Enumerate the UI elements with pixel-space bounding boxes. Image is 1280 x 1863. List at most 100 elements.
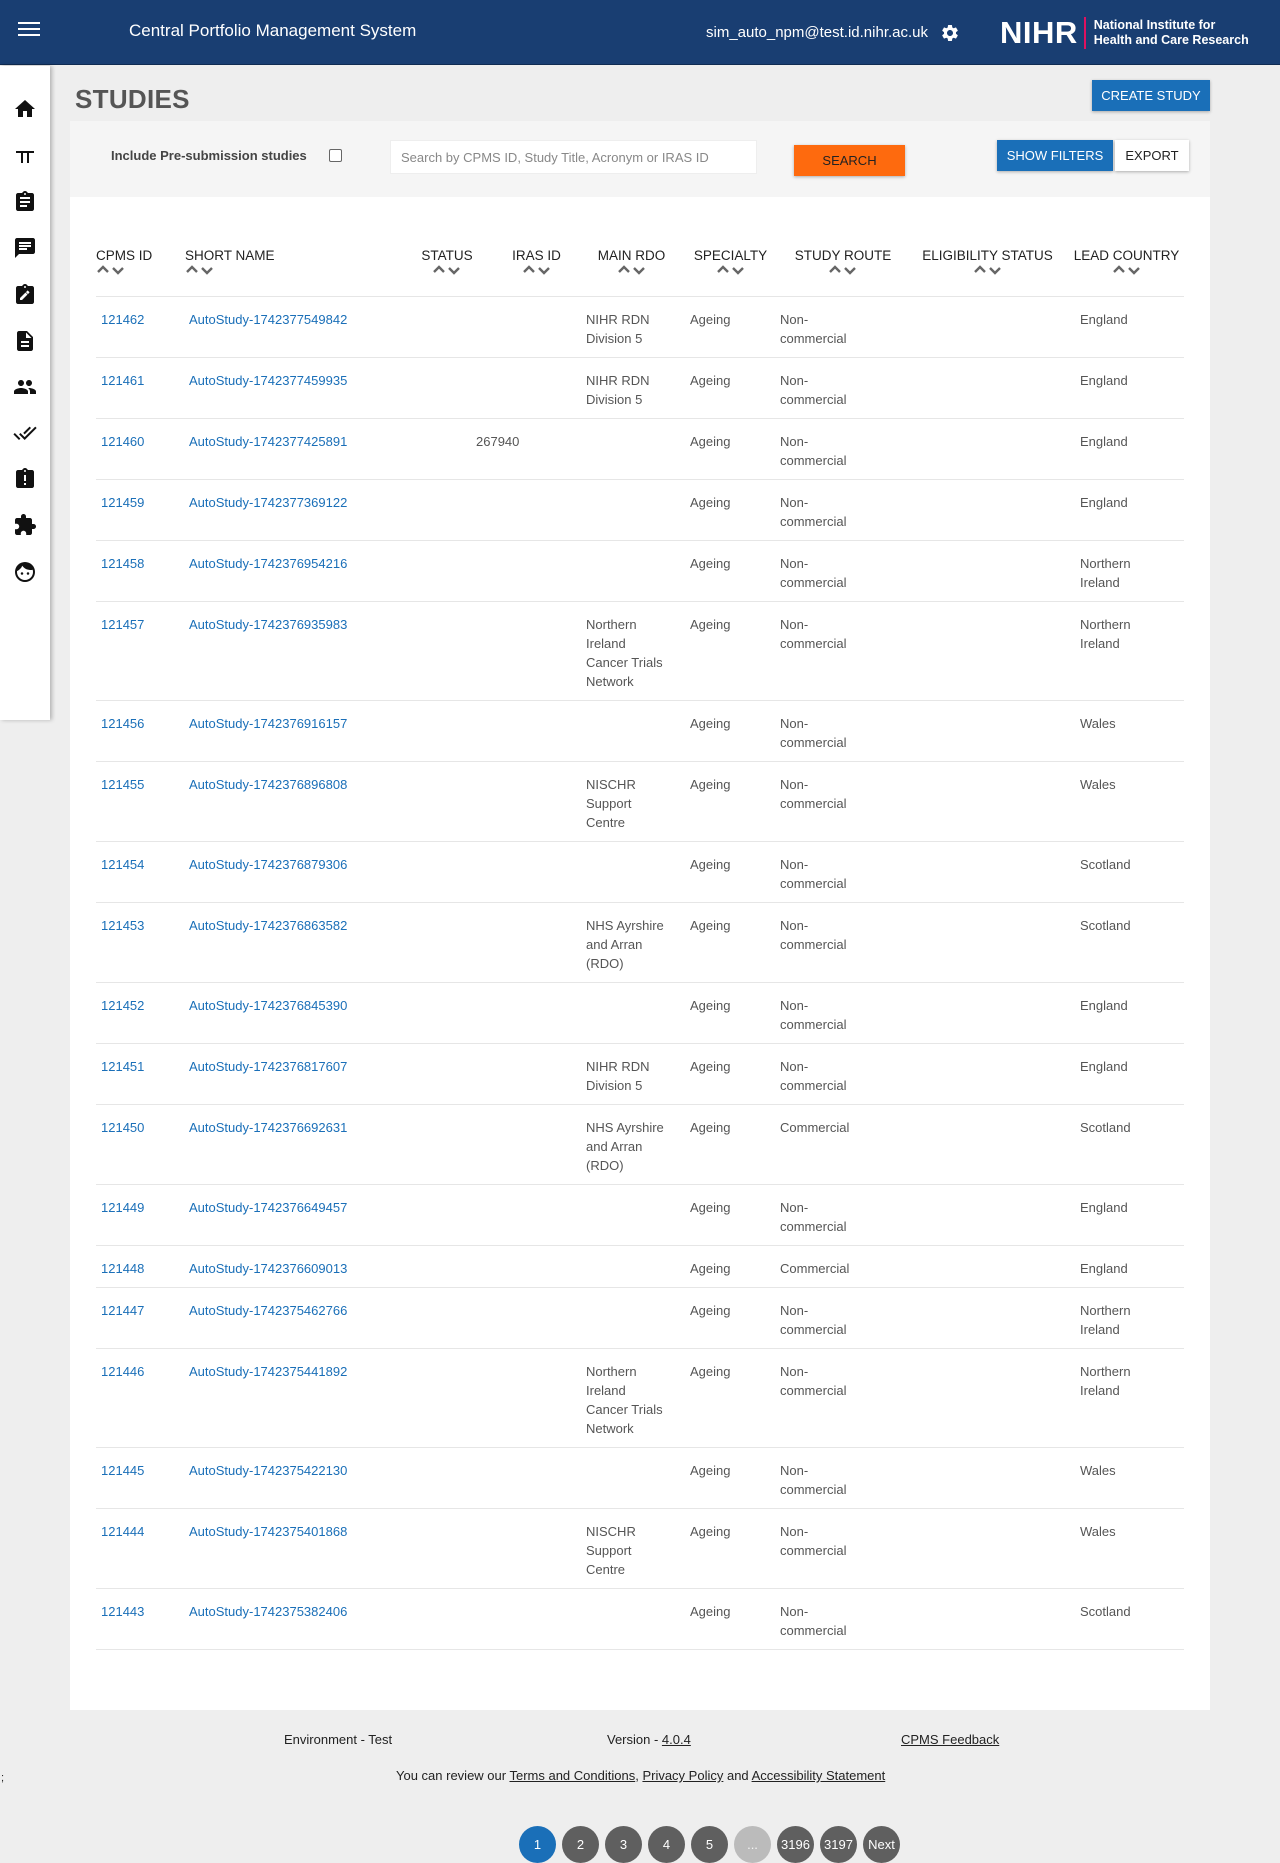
cell-short-name[interactable]: AutoStudy-1742376649457 xyxy=(185,1184,403,1246)
page-button[interactable]: 3 xyxy=(605,1826,642,1863)
export-button[interactable]: EXPORT xyxy=(1115,140,1189,171)
sort-arrows-icon[interactable] xyxy=(906,264,1069,278)
cell-cpms-id-text[interactable]: 121453 xyxy=(96,916,144,935)
cell-short-name[interactable]: AutoStudy-1742377459935 xyxy=(185,357,403,419)
cell-cpms-id[interactable]: 121454 xyxy=(96,841,185,903)
col-short-name[interactable]: SHORT NAME xyxy=(185,246,403,297)
user-email[interactable]: sim_auto_npm@test.id.nihr.ac.uk xyxy=(706,24,928,41)
cell-short-name[interactable]: AutoStudy-1742376916157 xyxy=(185,700,403,762)
gear-icon[interactable] xyxy=(940,23,960,43)
cell-short-name-text[interactable]: AutoStudy-1742376896808 xyxy=(185,775,347,794)
table-row[interactable]: 121446 AutoStudy-1742375441892 Northern Ir… xyxy=(96,1348,1184,1448)
table-row[interactable]: 121451 AutoStudy-1742376817607 NIHR RDN Di… xyxy=(96,1043,1184,1105)
search-input[interactable]: Search by CPMS ID, Study Title, Acronym … xyxy=(390,140,757,174)
cell-short-name-text[interactable]: AutoStudy-1742376609013 xyxy=(185,1259,347,1278)
cell-cpms-id-text[interactable]: 121445 xyxy=(96,1461,144,1480)
cell-cpms-id-text[interactable]: 121443 xyxy=(96,1602,144,1621)
nihr-logo[interactable]: NIHR National Institute for Health and C… xyxy=(1000,13,1249,53)
cell-cpms-id[interactable]: 121445 xyxy=(96,1447,185,1509)
cell-short-name-text[interactable]: AutoStudy-1742376879306 xyxy=(185,855,347,874)
cell-short-name[interactable]: AutoStudy-1742375462766 xyxy=(185,1287,403,1349)
cell-cpms-id[interactable]: 121461 xyxy=(96,357,185,419)
table-icon[interactable] xyxy=(13,143,37,167)
cell-cpms-id[interactable]: 121460 xyxy=(96,418,185,480)
sort-arrows-icon[interactable] xyxy=(780,264,906,278)
feedback-link-text[interactable]: CPMS Feedback xyxy=(901,1732,999,1747)
cell-short-name[interactable]: AutoStudy-1742376609013 xyxy=(185,1245,403,1288)
table-row[interactable]: 121447 AutoStudy-1742375462766 Ageing Non-c… xyxy=(96,1287,1184,1349)
sort-arrows-icon[interactable] xyxy=(491,264,582,278)
col-eligibility-status[interactable]: ELIGIBILITY STATUS xyxy=(906,246,1069,297)
cell-cpms-id-text[interactable]: 121452 xyxy=(96,996,144,1015)
cell-cpms-id[interactable]: 121457 xyxy=(96,601,185,701)
cell-cpms-id-text[interactable]: 121448 xyxy=(96,1259,144,1278)
extension-icon[interactable] xyxy=(13,513,37,537)
cell-short-name-text[interactable]: AutoStudy-1742376692631 xyxy=(185,1118,347,1137)
cell-cpms-id-text[interactable]: 121449 xyxy=(96,1198,144,1217)
cell-cpms-id-text[interactable]: 121447 xyxy=(96,1301,144,1320)
cell-cpms-id[interactable]: 121443 xyxy=(96,1588,185,1650)
table-row[interactable]: 121449 AutoStudy-1742376649457 Ageing Non-c… xyxy=(96,1184,1184,1246)
cell-short-name[interactable]: AutoStudy-1742377425891 xyxy=(185,418,403,480)
sort-arrows-icon[interactable] xyxy=(96,264,185,278)
cell-cpms-id-text[interactable]: 121460 xyxy=(96,432,144,451)
table-row[interactable]: 121455 AutoStudy-1742376896808 NISCHR Supp… xyxy=(96,761,1184,842)
cell-short-name-text[interactable]: AutoStudy-1742375422130 xyxy=(185,1461,347,1480)
terms-link[interactable]: Terms and Conditions xyxy=(509,1768,635,1783)
cell-short-name[interactable]: AutoStudy-1742375441892 xyxy=(185,1348,403,1448)
cell-cpms-id[interactable]: 121444 xyxy=(96,1508,185,1589)
page-button[interactable]: 3197 xyxy=(820,1826,857,1863)
cell-short-name-text[interactable]: AutoStudy-1742376817607 xyxy=(185,1057,347,1076)
next-page-button[interactable]: Next xyxy=(863,1826,900,1863)
cell-cpms-id[interactable]: 121447 xyxy=(96,1287,185,1349)
page-button[interactable]: 5 xyxy=(691,1826,728,1863)
sort-arrows-icon[interactable] xyxy=(185,264,403,278)
cell-cpms-id-text[interactable]: 121455 xyxy=(96,775,144,794)
table-row[interactable]: 121444 AutoStudy-1742375401868 NISCHR Supp… xyxy=(96,1508,1184,1589)
cell-short-name-text[interactable]: AutoStudy-1742376916157 xyxy=(185,714,347,733)
clipboard-icon[interactable] xyxy=(13,190,37,214)
cell-short-name-text[interactable]: AutoStudy-1742375382406 xyxy=(185,1602,347,1621)
cell-short-name[interactable]: AutoStudy-1742376896808 xyxy=(185,761,403,842)
cell-short-name-text[interactable]: AutoStudy-1742376845390 xyxy=(185,996,347,1015)
cell-cpms-id-text[interactable]: 121451 xyxy=(96,1057,144,1076)
cell-short-name-text[interactable]: AutoStudy-1742377369122 xyxy=(185,493,347,512)
page-button[interactable]: 2 xyxy=(562,1826,599,1863)
table-row[interactable]: 121456 AutoStudy-1742376916157 Ageing Non-c… xyxy=(96,700,1184,762)
create-study-button[interactable]: CREATE STUDY xyxy=(1092,80,1210,111)
feedback-icon[interactable] xyxy=(13,236,37,260)
privacy-link[interactable]: Privacy Policy xyxy=(642,1768,723,1783)
cell-short-name[interactable]: AutoStudy-1742377369122 xyxy=(185,479,403,541)
cell-short-name-text[interactable]: AutoStudy-1742376863582 xyxy=(185,916,347,935)
cell-cpms-id[interactable]: 121448 xyxy=(96,1245,185,1288)
col-cpms-id[interactable]: CPMS ID xyxy=(96,246,185,297)
table-row[interactable]: 121460 AutoStudy-1742377425891 267940 Agein… xyxy=(96,418,1184,480)
cell-short-name[interactable]: AutoStudy-1742376879306 xyxy=(185,841,403,903)
cell-short-name[interactable]: AutoStudy-1742376954216 xyxy=(185,540,403,602)
cell-short-name-text[interactable]: AutoStudy-1742376954216 xyxy=(185,554,347,573)
sort-arrows-icon[interactable] xyxy=(403,264,491,278)
cell-cpms-id-text[interactable]: 121444 xyxy=(96,1522,144,1541)
col-status[interactable]: STATUS xyxy=(403,246,491,297)
cell-short-name[interactable]: AutoStudy-1742376845390 xyxy=(185,982,403,1044)
home-icon[interactable] xyxy=(13,97,37,121)
alert-clipboard-icon[interactable] xyxy=(13,467,37,491)
cell-cpms-id-text[interactable]: 121461 xyxy=(96,371,144,390)
table-row[interactable]: 121443 AutoStudy-1742375382406 Ageing Non-c… xyxy=(96,1588,1184,1650)
cell-cpms-id[interactable]: 121458 xyxy=(96,540,185,602)
face-icon[interactable] xyxy=(13,560,37,584)
table-row[interactable]: 121459 AutoStudy-1742377369122 Ageing Non-c… xyxy=(96,479,1184,541)
cell-short-name-text[interactable]: AutoStudy-1742376649457 xyxy=(185,1198,347,1217)
cell-cpms-id-text[interactable]: 121458 xyxy=(96,554,144,573)
col-study-route[interactable]: STUDY ROUTE xyxy=(780,246,906,297)
table-row[interactable]: 121445 AutoStudy-1742375422130 Ageing Non-c… xyxy=(96,1447,1184,1509)
feedback-link[interactable]: CPMS Feedback xyxy=(901,1732,999,1747)
cell-short-name[interactable]: AutoStudy-1742377549842 xyxy=(185,296,403,358)
cell-cpms-id-text[interactable]: 121454 xyxy=(96,855,144,874)
cell-cpms-id[interactable]: 121452 xyxy=(96,982,185,1044)
table-row[interactable]: 121458 AutoStudy-1742376954216 Ageing Non-c… xyxy=(96,540,1184,602)
cell-short-name[interactable]: AutoStudy-1742376863582 xyxy=(185,902,403,983)
table-row[interactable]: 121462 AutoStudy-1742377549842 NIHR RDN Di… xyxy=(96,296,1184,358)
cell-short-name[interactable]: AutoStudy-1742376935983 xyxy=(185,601,403,701)
menu-icon[interactable] xyxy=(18,22,40,40)
